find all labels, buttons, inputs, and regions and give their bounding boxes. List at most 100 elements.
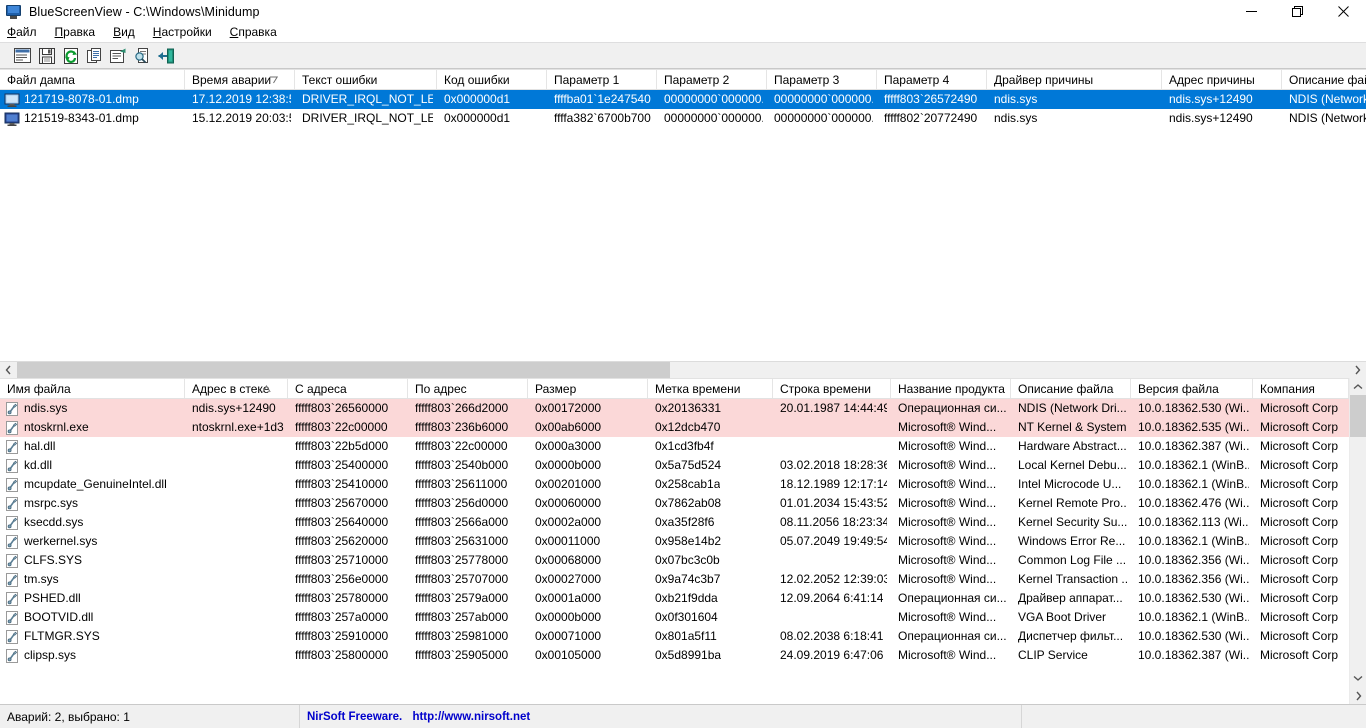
chevron-up-icon[interactable] [1350,378,1366,395]
crash-row[interactable]: 121519-8343-01.dmp15.12.2019 20:03:57DRI… [0,109,1366,128]
nirsoft-url-link[interactable]: http://www.nirsoft.net [412,711,530,723]
cell-time-stamp: 0x1cd3fb4f [648,437,773,456]
driver-row[interactable]: CLFS.SYSfffff803`25710000fffff803`257780… [0,551,1366,570]
cell-text: ffffba01`1e247540 [554,90,651,109]
driver-row[interactable]: FLTMGR.SYSfffff803`25910000fffff803`2598… [0,627,1366,646]
driver-row[interactable]: ndis.sysndis.sys+12490fffff803`26560000f… [0,399,1366,418]
col-time-string[interactable]: Строка времени [773,379,891,398]
refresh-icon[interactable] [59,44,82,67]
driver-row[interactable]: ntoskrnl.exentoskrnl.exe+1d32...fffff803… [0,418,1366,437]
col-bug-check-code[interactable]: Код ошибки [437,70,547,89]
driver-row[interactable]: BOOTVID.dllfffff803`257a0000fffff803`257… [0,608,1366,627]
close-button[interactable] [1320,0,1366,23]
cell-text: ndis.sys [994,109,1037,128]
col-to-address[interactable]: По адрес [408,379,528,398]
chevron-left-icon[interactable] [0,362,17,379]
chevron-right-icon[interactable] [1350,687,1366,704]
cell-time-stamp: 0x0f301604 [648,608,773,627]
driver-row[interactable]: kd.dllfffff803`25400000fffff803`2540b000… [0,456,1366,475]
chevron-down-icon[interactable] [1350,670,1366,687]
col-dump-file[interactable]: Файл дампа [0,70,185,89]
menu-edit[interactable]: Правка [55,23,105,42]
menu-file[interactable]: Файл [7,23,46,42]
monitor-icon [6,4,22,20]
cell-from-address: fffff803`25410000 [288,475,408,494]
cell-product-name: Microsoft® Wind... [891,418,1011,437]
cell-text: Microsoft Corp [1260,418,1338,437]
cell-file-description: CLIP Service [1011,646,1131,665]
cell-text: 0x00ab6000 [535,418,601,437]
cell-time-string: 12.02.2052 12:39:03 [773,570,891,589]
col-bug-check-string[interactable]: Текст ошибки [295,70,437,89]
menu-view[interactable]: Вид [113,23,144,42]
menu-help[interactable]: Справка [230,23,286,42]
col-company[interactable]: Компания [1253,379,1349,398]
crash-list-hscrollbar[interactable] [0,361,1366,378]
driver-row[interactable]: tm.sysfffff803`256e0000fffff803`25707000… [0,570,1366,589]
cell-time-stamp: 0x5d8991ba [648,646,773,665]
cell-text: fffff803`25410000 [295,475,388,494]
menu-options[interactable]: Настройки [153,23,221,42]
col-caused-by-driver[interactable]: Драйвер причины [987,70,1162,89]
col-parameter-1[interactable]: Параметр 1 [547,70,657,89]
col-time-stamp[interactable]: Метка времени [648,379,773,398]
cell-text: fffff803`25981000 [415,627,508,646]
driver-row[interactable]: ksecdd.sysfffff803`25640000fffff803`2566… [0,513,1366,532]
col-product-name[interactable]: Название продукта [891,379,1011,398]
cell-text: fffff803`25780000 [295,589,388,608]
exit-icon[interactable] [155,44,178,67]
minimize-button[interactable] [1228,0,1274,23]
col-file-version[interactable]: Версия файла [1131,379,1253,398]
driver-file-icon [4,591,20,607]
restore-button[interactable] [1274,0,1320,23]
copy-icon[interactable] [83,44,106,67]
col-address-in-stack[interactable]: Адрес в стеке [185,379,288,398]
col-size[interactable]: Размер [528,379,648,398]
crash-row[interactable]: 121719-8078-01.dmp17.12.2019 12:38:52DRI… [0,90,1366,109]
col-filename[interactable]: Имя файла [0,379,185,398]
select-dump-folder-icon[interactable] [11,44,34,67]
properties-icon[interactable] [107,44,130,67]
col-caused-by-address[interactable]: Адрес причины [1162,70,1282,89]
col-parameter-4[interactable]: Параметр 4 [877,70,987,89]
hscroll-thumb[interactable] [17,362,670,379]
col-parameter-2[interactable]: Параметр 2 [657,70,767,89]
driver-row[interactable]: hal.dllfffff803`22b5d000fffff803`22c0000… [0,437,1366,456]
col-parameter-3[interactable]: Параметр 3 [767,70,877,89]
cell-company: Microsoft Corp [1253,646,1349,665]
col-from-address[interactable]: С адреса [288,379,408,398]
col-file-description[interactable]: Описание файл [1282,70,1366,89]
cell-to-address: fffff803`25631000 [408,532,528,551]
vscroll-thumb[interactable] [1350,395,1366,437]
cell-text: CLFS.SYS [24,551,82,570]
cell-text: Microsoft Corp [1260,513,1338,532]
find-icon[interactable] [131,44,154,67]
cell-text: fffff803`25631000 [415,532,508,551]
driver-list-vscrollbar[interactable] [1349,378,1366,704]
cell-size: 0x00027000 [528,570,648,589]
driver-row[interactable]: clipsp.sysfffff803`25800000fffff803`2590… [0,646,1366,665]
cell-dump-file: 121519-8343-01.dmp [0,109,185,128]
driver-row[interactable]: msrpc.sysfffff803`25670000fffff803`256d0… [0,494,1366,513]
save-icon[interactable] [35,44,58,67]
cell-text: fffff803`25670000 [295,494,388,513]
toolbar [0,42,1366,69]
cell-to-address: fffff803`25778000 [408,551,528,570]
driver-row[interactable]: werkernel.sysfffff803`25620000fffff803`2… [0,532,1366,551]
driver-file-icon [4,572,20,588]
driver-row[interactable]: mcupdate_GenuineIntel.dllfffff803`254100… [0,475,1366,494]
crash-list-body[interactable]: 121719-8078-01.dmp17.12.2019 12:38:52DRI… [0,90,1366,128]
col-file-description[interactable]: Описание файла [1011,379,1131,398]
cell-product-name: Microsoft® Wind... [891,437,1011,456]
driver-list-body[interactable]: ndis.sysndis.sys+12490fffff803`26560000f… [0,399,1366,665]
cell-text: 10.0.18362.356 (Wi... [1138,570,1249,589]
cell-size: 0x00071000 [528,627,648,646]
cell-text: FLTMGR.SYS [24,627,100,646]
driver-file-icon [4,648,20,664]
hscroll-track[interactable] [17,362,1349,379]
col-crash-time[interactable]: Время аварии [185,70,295,89]
driver-row[interactable]: PSHED.dllfffff803`25780000fffff803`2579a… [0,589,1366,608]
cell-text: Local Kernel Debu... [1018,456,1127,475]
chevron-right-icon[interactable] [1349,362,1366,379]
vscroll-track[interactable] [1350,395,1366,670]
